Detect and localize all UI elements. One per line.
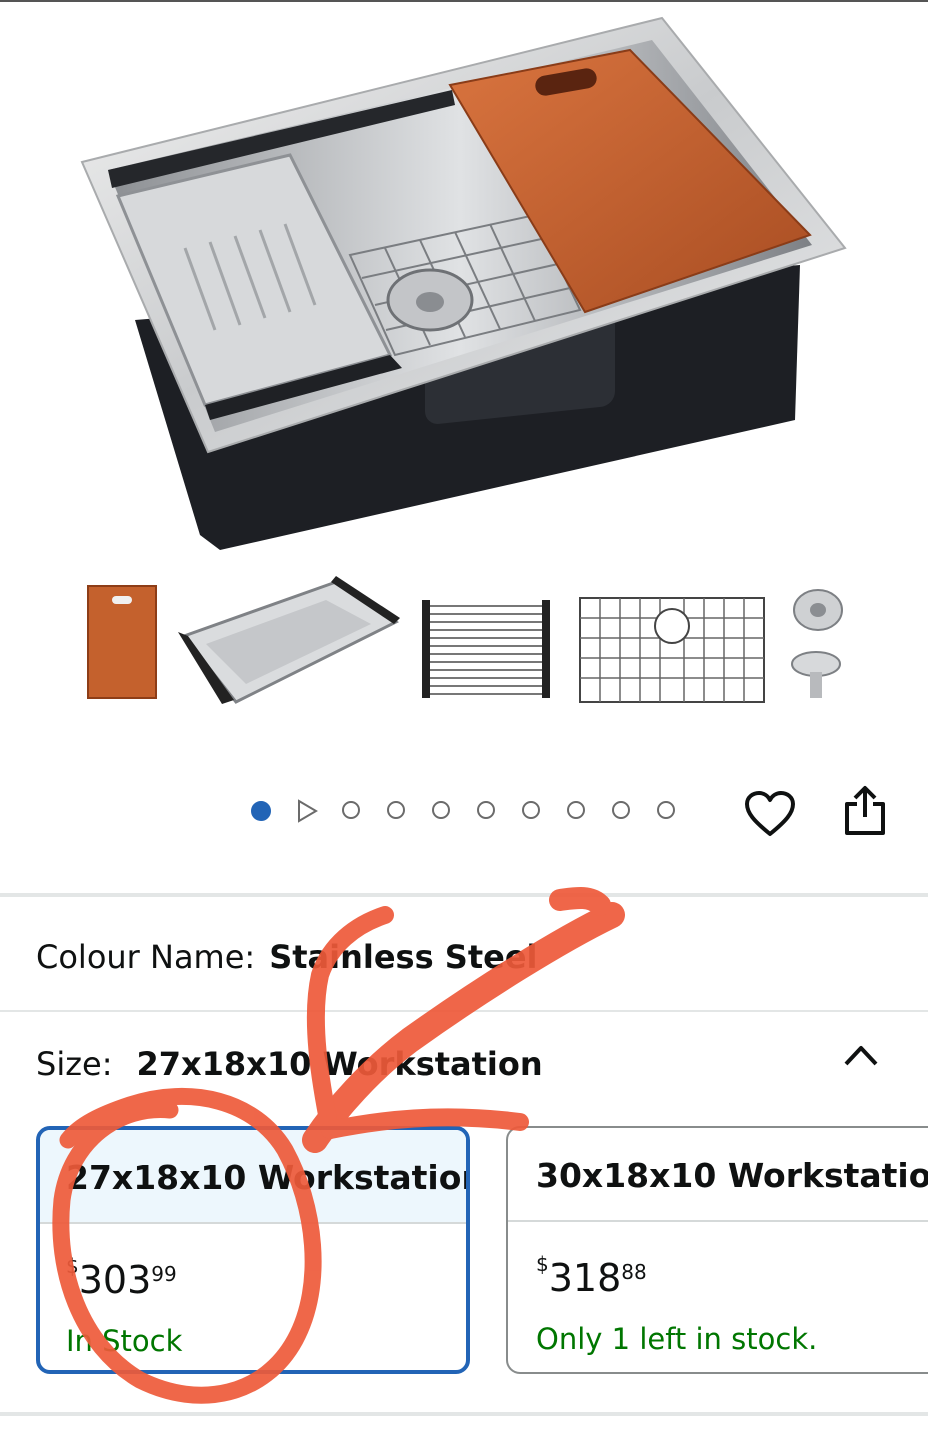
colour-value: Stainless Steel xyxy=(269,938,538,976)
carousel-dot-6[interactable] xyxy=(477,801,495,819)
product-main-image[interactable] xyxy=(0,0,928,570)
stock-status: In Stock xyxy=(66,1324,183,1358)
price-whole: 318 xyxy=(548,1256,622,1300)
price-whole: 303 xyxy=(78,1258,152,1302)
size-option-30x18x10[interactable]: 30x18x10 Workstation $31888 Only 1 left … xyxy=(506,1126,928,1374)
colour-row: Colour Name: Stainless Steel xyxy=(36,938,538,976)
thumbnail-bottom-grid[interactable] xyxy=(576,594,768,706)
carousel-dot-3[interactable] xyxy=(342,801,360,819)
size-value: 27x18x10 Workstation xyxy=(136,1045,543,1083)
carousel-dot-8[interactable] xyxy=(567,801,585,819)
price-fraction: 99 xyxy=(151,1262,177,1286)
option-title: 30x18x10 Workstation xyxy=(536,1156,928,1195)
thumbnail-strainer[interactable] xyxy=(782,588,848,706)
carousel-dot-7[interactable] xyxy=(522,801,540,819)
heart-icon[interactable] xyxy=(744,790,796,838)
carousel-dot-4[interactable] xyxy=(387,801,405,819)
bottom-divider xyxy=(0,1412,928,1416)
option-title: 27x18x10 Workstation xyxy=(66,1158,470,1197)
video-play-icon[interactable] xyxy=(296,799,318,823)
price-fraction: 88 xyxy=(621,1260,647,1284)
share-icon[interactable] xyxy=(842,784,888,836)
thumbnail-roll-up-rack[interactable] xyxy=(420,598,552,700)
price-currency: $ xyxy=(536,1252,549,1276)
size-option-27x18x10[interactable]: 27x18x10 Workstation $30399 In Stock xyxy=(36,1126,470,1374)
colour-label: Colour Name: xyxy=(36,938,256,976)
chevron-up-icon[interactable] xyxy=(842,1040,880,1070)
section-divider xyxy=(0,893,928,897)
thumbnail-colander[interactable] xyxy=(176,574,402,708)
row-divider xyxy=(0,1010,928,1012)
carousel-dot-1[interactable] xyxy=(251,801,271,821)
carousel-dot-5[interactable] xyxy=(432,801,450,819)
option-price: $30399 xyxy=(66,1254,177,1302)
size-row[interactable]: Size: 27x18x10 Workstation xyxy=(36,1045,543,1083)
option-price: $31888 xyxy=(536,1252,647,1300)
thumbnail-cutting-board[interactable] xyxy=(86,584,158,700)
carousel-dot-10[interactable] xyxy=(657,801,675,819)
carousel-dot-9[interactable] xyxy=(612,801,630,819)
price-currency: $ xyxy=(66,1254,79,1278)
stock-status: Only 1 left in stock. xyxy=(536,1322,818,1356)
size-label: Size: xyxy=(36,1045,113,1083)
